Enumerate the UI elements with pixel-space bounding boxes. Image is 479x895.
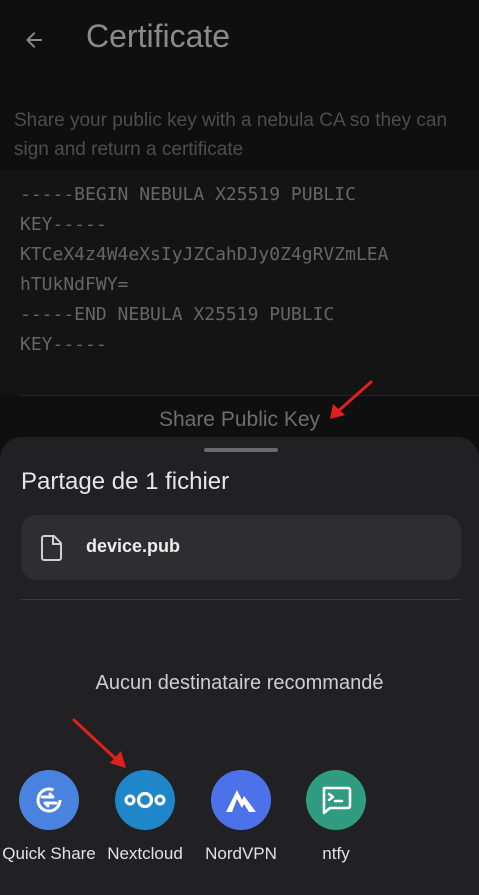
share-target-nextcloud[interactable]: Nextcloud xyxy=(98,770,192,864)
share-target-label: Nextcloud xyxy=(107,844,183,863)
file-preview-card: device.pub xyxy=(21,515,461,580)
public-key-text[interactable]: -----BEGIN NEBULA X25519 PUBLIC KEY----- K… xyxy=(20,180,388,360)
share-target-nordvpn[interactable]: NordVPN xyxy=(194,770,288,864)
file-name: device.pub xyxy=(86,536,181,556)
ntfy-icon xyxy=(306,770,366,830)
back-button[interactable] xyxy=(16,22,52,58)
nordvpn-icon xyxy=(211,770,271,830)
sheet-title: Partage de 1 fichier xyxy=(21,468,230,495)
file-icon xyxy=(41,535,62,561)
no-recommendations-text: Aucun destinataire recommandé xyxy=(95,672,384,694)
share-targets: Quick Share Nextcloud NordVPN ntfy xyxy=(0,770,479,895)
key-line: KTCeX4z4W4eXsIyJZCahDJy0Z4gRVZmLEA xyxy=(20,244,389,265)
share-sheet: Partage de 1 fichier device.pub Aucun de… xyxy=(0,437,479,895)
share-target-label: NordVPN xyxy=(205,844,277,863)
page-title: Certificate xyxy=(86,18,231,54)
share-target-quick-share[interactable]: Quick Share xyxy=(2,770,96,864)
key-line: -----BEGIN NEBULA X25519 PUBLIC xyxy=(20,184,356,205)
key-line: hTUkNdFWY= xyxy=(20,274,129,295)
sheet-drag-handle[interactable] xyxy=(204,448,278,452)
divider xyxy=(21,599,461,600)
share-target-ntfy[interactable]: ntfy xyxy=(289,770,383,864)
key-line: -----END NEBULA X25519 PUBLIC xyxy=(20,304,335,325)
quick-share-icon xyxy=(19,770,79,830)
key-line: KEY----- xyxy=(20,334,107,355)
share-target-label: ntfy xyxy=(322,844,350,863)
nextcloud-icon xyxy=(115,770,175,830)
app-bar: Certificate xyxy=(0,0,479,78)
arrow-back-icon xyxy=(26,32,42,48)
instructions-text: Share your public key with a nebula CA s… xyxy=(14,110,448,160)
divider xyxy=(20,395,479,396)
share-target-label: Quick Share xyxy=(2,844,96,863)
share-public-key-button[interactable]: Share Public Key xyxy=(0,408,479,432)
key-line: KEY----- xyxy=(20,214,107,235)
